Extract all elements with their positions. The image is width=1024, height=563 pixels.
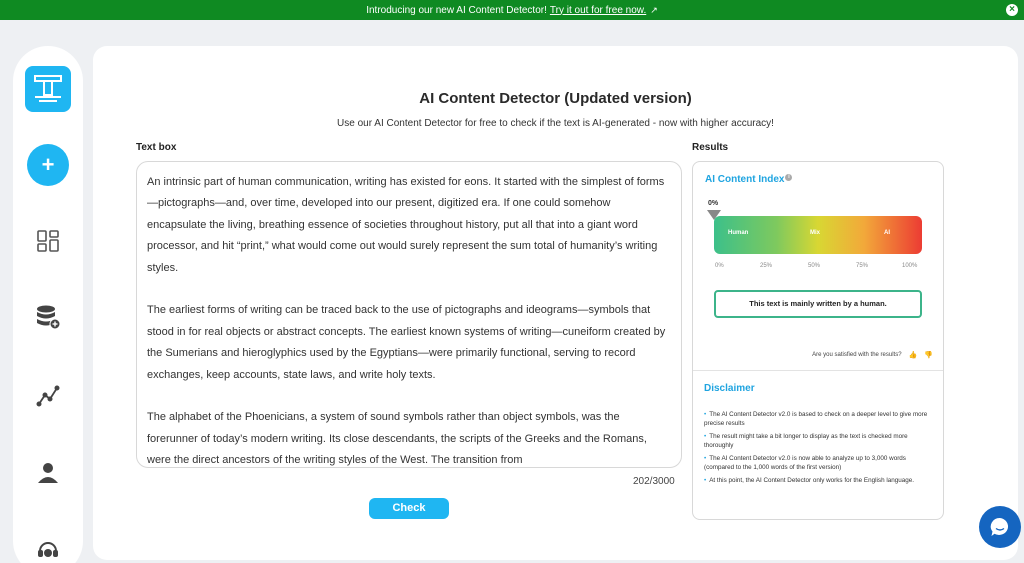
gauge-zone-mix: Mix bbox=[810, 230, 821, 236]
database-add-icon[interactable] bbox=[33, 302, 63, 332]
bullet-icon: • bbox=[704, 411, 707, 418]
main-card: AI Content Detector (Updated version) Us… bbox=[93, 46, 1018, 560]
disclaimer-item: • The AI Content Detector v2.0 is now abl… bbox=[704, 455, 906, 471]
user-icon[interactable] bbox=[33, 457, 63, 487]
text-input-area[interactable]: An intrinsic part of human communication… bbox=[136, 161, 682, 468]
thumbs-down-icon[interactable]: 👎 bbox=[924, 351, 933, 359]
text-paragraph: The alphabet of the Phoenicians, a syste… bbox=[147, 411, 647, 467]
text-paragraph: The earliest forms of writing can be tra… bbox=[147, 304, 666, 381]
external-link-icon[interactable]: ↗ bbox=[650, 5, 658, 16]
disclaimer-list: • The AI Content Detector v2.0 is based t… bbox=[704, 411, 936, 491]
gauge-ticks: 0% 25% 50% 75% 100% bbox=[707, 263, 929, 273]
info-icon[interactable]: i bbox=[785, 174, 793, 181]
disclaimer-title: Disclaimer bbox=[704, 383, 755, 394]
dashboard-icon[interactable] bbox=[33, 226, 63, 256]
close-icon[interactable]: × bbox=[1006, 4, 1018, 16]
verdict-box: This text is mainly written by a human. bbox=[714, 290, 922, 318]
gauge-tick: 75% bbox=[856, 263, 869, 269]
banner-text: Introducing our new AI Content Detector! bbox=[366, 4, 547, 16]
support-icon[interactable] bbox=[33, 536, 63, 563]
disclaimer-item: • The result might take a bit longer to d… bbox=[704, 433, 908, 449]
ai-content-index-label: AI Content Index bbox=[705, 174, 785, 185]
gauge-tick: 0% bbox=[715, 263, 724, 269]
disclaimer-item: • The AI Content Detector v2.0 is based t… bbox=[704, 411, 928, 427]
word-counter: 202/3000 bbox=[633, 476, 675, 487]
results-divider bbox=[693, 370, 943, 371]
gauge-tick: 100% bbox=[902, 263, 918, 269]
page-subtitle: Use our AI Content Detector for free to … bbox=[337, 118, 774, 129]
ai-percent-label: 0% bbox=[708, 200, 719, 207]
thumbs-up-icon[interactable]: 👍 bbox=[909, 351, 918, 359]
disclaimer-item: • At this point, the AI Content Detector … bbox=[704, 477, 914, 484]
gauge-zone-ai: AI bbox=[884, 230, 890, 236]
chat-widget-button[interactable] bbox=[979, 506, 1021, 548]
add-button[interactable]: + bbox=[27, 144, 69, 186]
bullet-icon: • bbox=[704, 477, 707, 484]
results-panel: AI Content Index i 0% Human Mix AI 0% 25%… bbox=[692, 161, 944, 520]
gauge-tick: 50% bbox=[808, 263, 821, 269]
text-paragraph: An intrinsic part of human communication… bbox=[147, 176, 665, 274]
analytics-icon[interactable] bbox=[33, 381, 63, 411]
gauge-tick: 25% bbox=[760, 263, 773, 269]
feedback-question: Are you satisfied with the results? bbox=[812, 352, 902, 358]
chat-bubble-icon bbox=[990, 517, 1009, 536]
textbox-label: Text box bbox=[136, 142, 177, 153]
banner-link[interactable]: Try it out for free now. bbox=[550, 5, 646, 16]
ai-content-index-title: AI Content Index i bbox=[705, 174, 793, 185]
app-logo[interactable] bbox=[25, 66, 71, 112]
t-logo-icon bbox=[34, 75, 62, 102]
gauge-zone-human: Human bbox=[728, 230, 749, 236]
results-label: Results bbox=[692, 142, 729, 153]
ai-index-gauge: Human Mix AI bbox=[714, 216, 922, 254]
bullet-icon: • bbox=[704, 433, 707, 440]
sidebar: + bbox=[13, 46, 83, 563]
check-button[interactable]: Check bbox=[369, 498, 449, 519]
bullet-icon: • bbox=[704, 455, 707, 462]
feedback-row: Are you satisfied with the results? 👍 👎 bbox=[812, 351, 933, 359]
page-title: AI Content Detector (Updated version) bbox=[419, 90, 692, 107]
announcement-banner: Introducing our new AI Content Detector!… bbox=[0, 0, 1024, 20]
